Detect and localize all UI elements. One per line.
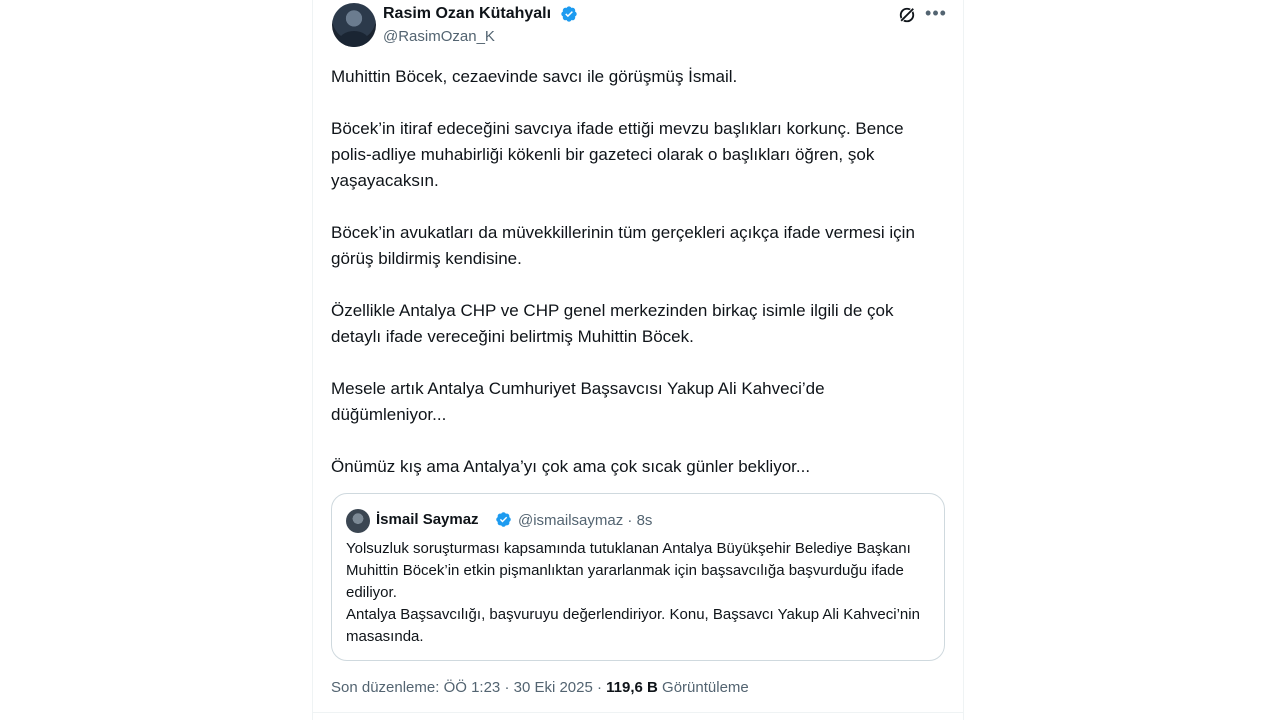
tweet-paragraph: Mesele artık Antalya Cumhuriyet Başsavcı… xyxy=(331,379,825,424)
tweet-paragraph: Böcek’in itiraf edeceğini savcıya ifade … xyxy=(331,119,904,190)
tweet-paragraph: Önümüz kış ama Antalya’yı çok ama çok sı… xyxy=(331,457,811,476)
quoted-author-handle-time: @ismailsaymaz · 8s xyxy=(518,512,653,529)
tweet-paragraph: Özellikle Antalya CHP ve CHP genel merke… xyxy=(331,301,894,346)
quoted-paragraph: Antalya Başsavcılığı, başvuruyu değerlen… xyxy=(346,606,920,645)
views-count: 119,6 B xyxy=(606,679,658,696)
quoted-author-name: İsmail Saymaz xyxy=(376,511,479,528)
verified-badge-icon xyxy=(561,6,577,22)
more-icon[interactable]: ••• xyxy=(924,3,948,25)
quoted-paragraph: Yolsuzluk soruşturması kapsamında tutukl… xyxy=(346,540,911,601)
edited-timestamp[interactable]: Son düzenleme: ÖÖ 1:23 · 30 Eki 2025 · xyxy=(331,679,606,696)
views-label: Görüntüleme xyxy=(657,679,749,696)
author-avatar[interactable] xyxy=(332,3,376,47)
tweet-meta: Son düzenleme: ÖÖ 1:23 · 30 Eki 2025 · 1… xyxy=(331,679,749,696)
tweet-text: Muhittin Böcek, cezaevinde savcı ile gör… xyxy=(331,64,931,506)
quoted-tweet-card[interactable]: İsmail Saymaz @ismailsaymaz · 8s Yolsuzl… xyxy=(331,493,945,661)
verified-badge-icon xyxy=(496,512,511,527)
tweet-paragraph: Muhittin Böcek, cezaevinde savcı ile gör… xyxy=(331,67,738,86)
grok-icon[interactable] xyxy=(897,5,917,25)
author-handle[interactable]: @RasimOzan_K xyxy=(383,28,495,45)
divider xyxy=(312,712,964,713)
tweet-paragraph: Böcek’in avukatları da müvekkillerinin t… xyxy=(331,223,915,268)
author-name[interactable]: Rasim Ozan Kütahyalı xyxy=(383,5,551,23)
quoted-tweet-text: Yolsuzluk soruşturması kapsamında tutukl… xyxy=(346,538,926,648)
quoted-author-avatar xyxy=(346,509,370,533)
